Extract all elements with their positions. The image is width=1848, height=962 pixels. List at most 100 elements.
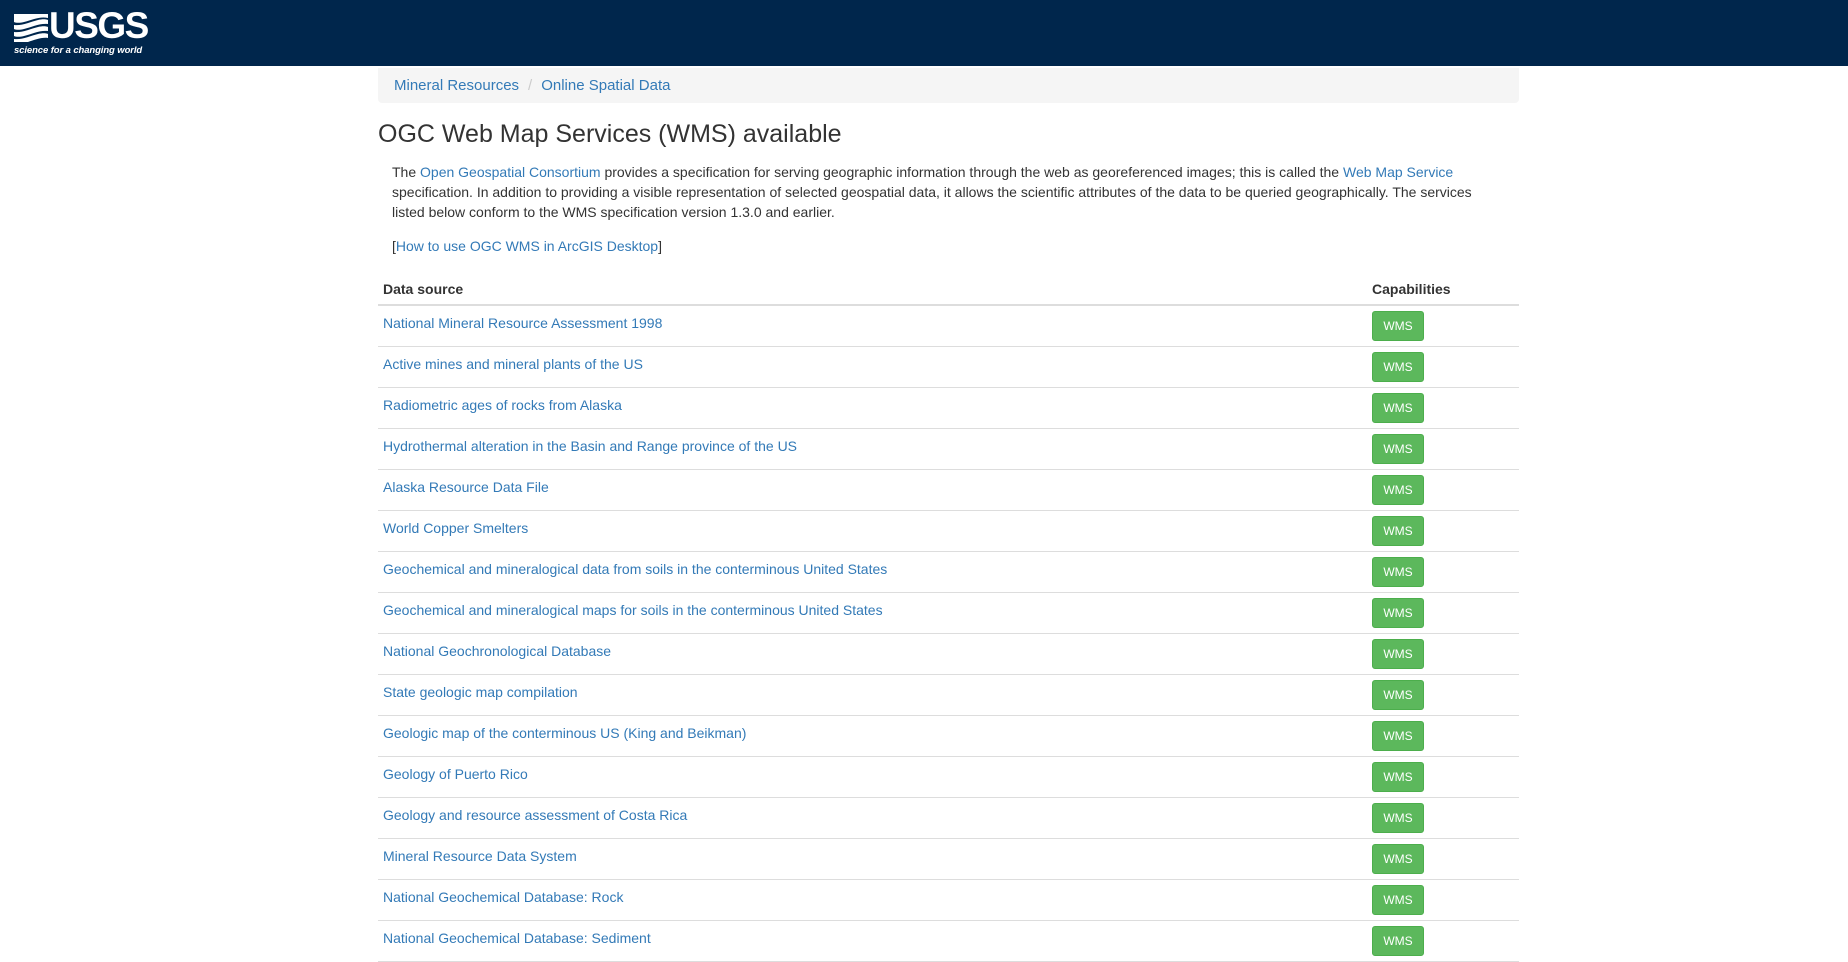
table-row: Hydrothermal alteration in the Basin and… (378, 428, 1519, 470)
capabilities-cell: WMS (1367, 838, 1519, 880)
capabilities-cell: WMS (1367, 674, 1519, 716)
data-source-cell: State geologic map compilation (378, 674, 1367, 716)
intro-text-3: specification. In addition to providing … (392, 184, 1472, 220)
table-row: Alaska Resource Data File WMS (378, 469, 1519, 511)
wms-button[interactable]: WMS (1372, 885, 1424, 915)
column-header-data-source: Data source (378, 273, 1367, 306)
wms-button[interactable]: WMS (1372, 516, 1424, 546)
capabilities-cell: WMS (1367, 592, 1519, 634)
wms-button[interactable]: WMS (1372, 721, 1424, 751)
table-row: Geology of Puerto Rico WMS (378, 756, 1519, 798)
logo-wordmark: USGS (49, 5, 149, 46)
table-header-row: Data source Capabilities (378, 273, 1519, 306)
data-source-cell: Geologic map of the conterminous US (Kin… (378, 715, 1367, 757)
data-source-cell: Mineral Resource Data System (378, 838, 1367, 880)
data-source-cell: National Mineral Resource Assessment 199… (378, 305, 1367, 347)
wms-button[interactable]: WMS (1372, 352, 1424, 382)
breadcrumb-online-spatial-data[interactable]: Online Spatial Data (541, 77, 670, 94)
table-row: Radiometric ages of rocks from Alaska WMS (378, 387, 1519, 429)
capabilities-cell: WMS (1367, 551, 1519, 593)
howto-line: [How to use OGC WMS in ArcGIS Desktop] (392, 236, 662, 256)
main-content: Mineral Resources / Online Spatial Data … (378, 66, 1519, 962)
data-source-cell: Alaska Resource Data File (378, 469, 1367, 511)
intro-text-2: provides a specification for serving geo… (600, 164, 1343, 180)
capabilities-cell: WMS (1367, 879, 1519, 921)
column-header-capabilities: Capabilities (1367, 273, 1519, 306)
table-row: Geologic map of the conterminous US (Kin… (378, 715, 1519, 757)
table-row: National Mineral Resource Assessment 199… (378, 305, 1519, 347)
capabilities-cell: WMS (1367, 387, 1519, 429)
table-row: Geochemical and mineralogical maps for s… (378, 592, 1519, 634)
data-source-cell: Geochemical and mineralogical maps for s… (378, 592, 1367, 634)
wms-button[interactable]: WMS (1372, 844, 1424, 874)
data-source-link[interactable]: Geology and resource assessment of Costa… (383, 807, 687, 823)
page-title: OGC Web Map Services (WMS) available (378, 120, 842, 148)
data-source-link[interactable]: Geochemical and mineralogical data from … (383, 561, 887, 577)
table-row: Geochemical and mineralogical data from … (378, 551, 1519, 593)
data-source-link[interactable]: Geologic map of the conterminous US (Kin… (383, 725, 746, 741)
data-source-cell: National Geochemical Database: Sediment (378, 920, 1367, 962)
data-source-link[interactable]: Geology of Puerto Rico (383, 766, 528, 782)
data-source-link[interactable]: Geochemical and mineralogical maps for s… (383, 602, 883, 618)
table-row: Active mines and mineral plants of the U… (378, 346, 1519, 388)
data-source-cell: World Copper Smelters (378, 510, 1367, 552)
wms-button[interactable]: WMS (1372, 311, 1424, 341)
table-row: National Geochronological Database WMS (378, 633, 1519, 675)
wms-button[interactable]: WMS (1372, 557, 1424, 587)
howto-arcgis-link[interactable]: How to use OGC WMS in ArcGIS Desktop (396, 238, 658, 254)
data-source-link[interactable]: Mineral Resource Data System (383, 848, 577, 864)
data-source-cell: Geology and resource assessment of Costa… (378, 797, 1367, 839)
table-row: National Geochemical Database: Sediment W… (378, 920, 1519, 962)
breadcrumb-separator: / (528, 77, 533, 94)
table-row: Geology and resource assessment of Costa… (378, 797, 1519, 839)
wms-spec-link[interactable]: Web Map Service (1343, 164, 1453, 180)
usgs-logo[interactable]: USGS science for a changing world (14, 5, 149, 56)
wms-button[interactable]: WMS (1372, 393, 1424, 423)
logo-tagline: science for a changing world (14, 45, 143, 56)
data-source-cell: Geochemical and mineralogical data from … (378, 551, 1367, 593)
data-source-link[interactable]: National Geochemical Database: Rock (383, 889, 623, 905)
table-row: World Copper Smelters WMS (378, 510, 1519, 552)
data-source-cell: National Geochronological Database (378, 633, 1367, 675)
data-source-cell: National Geochemical Database: Rock (378, 879, 1367, 921)
data-source-link[interactable]: World Copper Smelters (383, 520, 528, 536)
capabilities-cell: WMS (1367, 428, 1519, 470)
data-source-link[interactable]: National Geochronological Database (383, 643, 611, 659)
breadcrumb: Mineral Resources / Online Spatial Data (378, 68, 1519, 103)
data-source-link[interactable]: National Geochemical Database: Sediment (383, 930, 651, 946)
capabilities-cell: WMS (1367, 469, 1519, 511)
wms-button[interactable]: WMS (1372, 434, 1424, 464)
table-body: National Mineral Resource Assessment 199… (378, 305, 1519, 962)
data-source-link[interactable]: Active mines and mineral plants of the U… (383, 356, 643, 372)
intro-text-1: The (392, 164, 421, 180)
wms-button[interactable]: WMS (1372, 680, 1424, 710)
data-source-cell: Radiometric ages of rocks from Alaska (378, 387, 1367, 429)
data-source-link[interactable]: Alaska Resource Data File (383, 479, 549, 495)
intro-paragraph: The Open Geospatial Consortium provides … (392, 162, 1502, 222)
data-source-link[interactable]: National Mineral Resource Assessment 199… (383, 315, 662, 331)
capabilities-cell: WMS (1367, 756, 1519, 798)
wms-button[interactable]: WMS (1372, 762, 1424, 792)
table-row: National Geochemical Database: Rock WMS (378, 879, 1519, 921)
capabilities-cell: WMS (1367, 510, 1519, 552)
data-source-link[interactable]: State geologic map compilation (383, 684, 578, 700)
capabilities-cell: WMS (1367, 715, 1519, 757)
capabilities-cell: WMS (1367, 305, 1519, 347)
wms-button[interactable]: WMS (1372, 639, 1424, 669)
wms-button[interactable]: WMS (1372, 475, 1424, 505)
ogc-link[interactable]: Open Geospatial Consortium (420, 164, 601, 180)
wms-button[interactable]: WMS (1372, 803, 1424, 833)
data-source-link[interactable]: Hydrothermal alteration in the Basin and… (383, 438, 797, 454)
data-source-cell: Geology of Puerto Rico (378, 756, 1367, 798)
capabilities-cell: WMS (1367, 797, 1519, 839)
table-row: State geologic map compilation WMS (378, 674, 1519, 716)
usgs-wave-icon (14, 14, 48, 42)
data-source-cell: Hydrothermal alteration in the Basin and… (378, 428, 1367, 470)
capabilities-cell: WMS (1367, 633, 1519, 675)
capabilities-cell: WMS (1367, 920, 1519, 962)
data-source-link[interactable]: Radiometric ages of rocks from Alaska (383, 397, 622, 413)
data-source-cell: Active mines and mineral plants of the U… (378, 346, 1367, 388)
breadcrumb-mineral-resources[interactable]: Mineral Resources (394, 77, 519, 94)
wms-button[interactable]: WMS (1372, 926, 1424, 956)
wms-button[interactable]: WMS (1372, 598, 1424, 628)
